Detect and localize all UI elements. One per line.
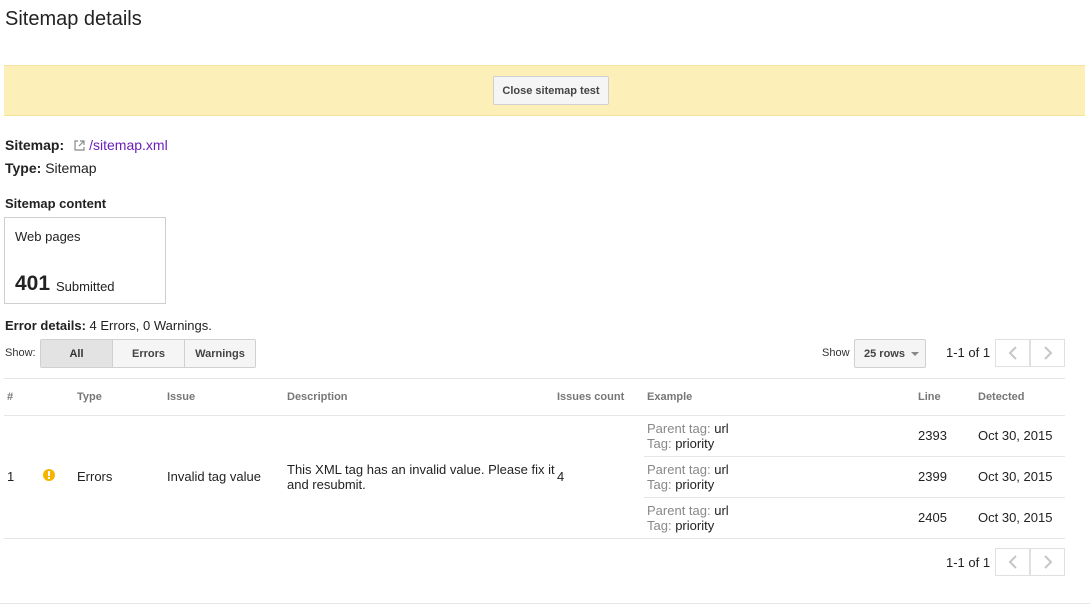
tag-value: priority <box>675 477 715 492</box>
pagination-range-top: 1-1 of 1 <box>946 345 991 360</box>
tag-label: Tag: <box>647 477 672 492</box>
row-issues-count: 4 <box>557 469 565 484</box>
row-issue: Invalid tag value <box>167 469 261 484</box>
col-header-index: # <box>7 391 14 403</box>
rows-value: 25 rows <box>864 347 905 360</box>
submitted-label: Submitted <box>56 279 115 294</box>
parent-tag-value: url <box>714 462 729 477</box>
parent-tag-label: Parent tag: <box>647 503 711 518</box>
parent-tag-value: url <box>714 503 729 518</box>
page-title: Sitemap details <box>5 8 142 30</box>
col-header-issues-count: Issues count <box>557 391 625 403</box>
table-top-border <box>4 378 1065 379</box>
tag-value: priority <box>675 518 715 533</box>
rows-per-page-select[interactable]: 25 rows <box>854 339 926 368</box>
next-page-button-bottom[interactable] <box>1030 548 1065 576</box>
external-link-icon[interactable] <box>74 140 85 151</box>
row-type: Errors <box>77 469 113 484</box>
close-sitemap-test-button[interactable]: Close sitemap test <box>493 76 609 105</box>
error-details-summary: 4 Errors, 0 Warnings. <box>89 318 212 333</box>
filter-warnings-button[interactable]: Warnings <box>185 340 255 367</box>
chevron-right-icon <box>1043 555 1052 569</box>
pagination-range-bottom: 1-1 of 1 <box>946 555 991 570</box>
type-value: Sitemap <box>45 160 97 176</box>
type-label: Type: <box>5 160 42 176</box>
rows-show-label: Show <box>822 347 850 359</box>
example-3-detected: Oct 30, 2015 <box>978 510 1053 525</box>
chevron-left-icon <box>1008 555 1017 569</box>
example-divider <box>644 456 1065 457</box>
table-bottom-border <box>4 538 1065 539</box>
chevron-right-icon <box>1043 346 1052 360</box>
prev-page-button-top[interactable] <box>995 339 1030 367</box>
example-1-detected: Oct 30, 2015 <box>978 428 1053 443</box>
sitemap-content-heading: Sitemap content <box>5 196 107 211</box>
example-2-detected: Oct 30, 2015 <box>978 469 1053 484</box>
tag-label: Tag: <box>647 518 672 533</box>
web-pages-card: Web pages 401 Submitted <box>4 217 166 304</box>
parent-tag-label: Parent tag: <box>647 462 711 477</box>
warning-icon <box>43 469 55 481</box>
show-filter-label: Show: <box>5 347 36 359</box>
tag-value: priority <box>675 436 715 451</box>
error-details-label: Error details: <box>5 318 86 333</box>
filter-segmented-control: All Errors Warnings <box>40 339 256 368</box>
error-details: Error details: 4 Errors, 0 Warnings. <box>5 318 212 333</box>
chevron-left-icon <box>1008 346 1017 360</box>
tag-label: Tag: <box>647 436 672 451</box>
sitemap-label: Sitemap: <box>5 137 65 153</box>
row-index: 1 <box>7 469 15 484</box>
next-page-button-top[interactable] <box>1030 339 1065 367</box>
col-header-detected: Detected <box>978 391 1025 403</box>
parent-tag-label: Parent tag: <box>647 421 711 436</box>
example-divider <box>644 497 1065 498</box>
example-2: Parent tag: url Tag: priority <box>647 462 729 492</box>
example-1-line: 2393 <box>918 428 947 443</box>
prev-page-button-bottom[interactable] <box>995 548 1030 576</box>
filter-all-button[interactable]: All <box>41 340 113 367</box>
sitemap-type: Type: Sitemap <box>5 160 97 176</box>
submitted-count: 401 <box>15 272 51 295</box>
card-title: Web pages <box>15 229 81 244</box>
col-header-type: Type <box>77 391 102 403</box>
footer-divider <box>0 603 1090 604</box>
sitemap-info: Sitemap: /sitemap.xml <box>5 137 168 153</box>
row-description: This XML tag has an invalid value. Pleas… <box>287 462 555 492</box>
col-header-description: Description <box>287 391 348 403</box>
col-header-line: Line <box>918 391 941 403</box>
sitemap-link[interactable]: /sitemap.xml <box>89 137 168 153</box>
dropdown-caret-icon <box>910 351 919 356</box>
filter-errors-button[interactable]: Errors <box>113 340 185 367</box>
example-2-line: 2399 <box>918 469 947 484</box>
example-3-line: 2405 <box>918 510 947 525</box>
col-header-issue: Issue <box>167 391 196 403</box>
header-bottom-border <box>4 415 1065 416</box>
col-header-example: Example <box>647 391 693 403</box>
parent-tag-value: url <box>714 421 729 436</box>
example-3: Parent tag: url Tag: priority <box>647 503 729 533</box>
example-1: Parent tag: url Tag: priority <box>647 421 729 451</box>
